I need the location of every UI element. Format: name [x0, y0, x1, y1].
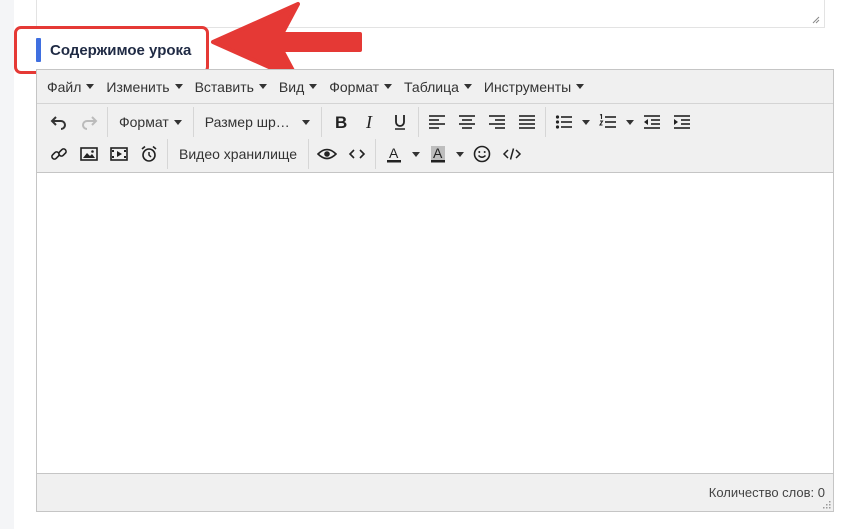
redo-button[interactable] [74, 108, 104, 136]
menu-file[interactable]: Файл [41, 73, 100, 101]
source-code-button[interactable] [497, 140, 527, 168]
outdent-icon [643, 115, 660, 129]
format-dropdown[interactable]: Формат [111, 108, 190, 136]
svg-text:A: A [433, 145, 443, 161]
menu-view[interactable]: Вид [273, 73, 323, 101]
caret-down-icon [173, 119, 182, 125]
italic-button[interactable]: I [355, 108, 385, 136]
image-icon [80, 147, 98, 161]
code-button[interactable] [342, 140, 372, 168]
caret-down-icon [456, 151, 465, 157]
background-color-button[interactable]: A [423, 140, 453, 168]
underline-icon [394, 115, 405, 130]
word-count: Количество слов: 0 [708, 485, 825, 500]
menu-insert[interactable]: Вставить [189, 73, 273, 101]
bullet-list-options[interactable] [579, 108, 593, 136]
bullet-list-button[interactable] [549, 108, 579, 136]
code-icon [348, 149, 366, 159]
menu-edit[interactable]: Изменить [100, 73, 188, 101]
emoji-icon [473, 145, 491, 163]
menu-tools[interactable]: Инструменты [478, 73, 590, 101]
media-button[interactable] [104, 140, 134, 168]
svg-text:I: I [365, 113, 373, 131]
undo-button[interactable] [44, 108, 74, 136]
caret-down-icon [463, 84, 472, 89]
caret-down-icon [383, 84, 392, 89]
rich-text-editor: Файл Изменить Вставить Вид Формат Таблиц… [36, 69, 834, 512]
outdent-button[interactable] [637, 108, 667, 136]
align-justify-button[interactable] [512, 108, 542, 136]
link-button[interactable] [44, 140, 74, 168]
editor-content-area[interactable] [37, 173, 833, 473]
underline-button[interactable] [385, 108, 415, 136]
menu-table[interactable]: Таблица [398, 73, 478, 101]
indent-icon [673, 115, 690, 129]
alarm-icon [141, 145, 157, 162]
align-right-icon [488, 115, 505, 129]
bold-button[interactable]: B [325, 108, 355, 136]
numbered-list-button[interactable] [593, 108, 623, 136]
background-color-options[interactable] [453, 140, 467, 168]
align-left-icon [428, 115, 445, 129]
text-color-options[interactable] [409, 140, 423, 168]
previous-textarea[interactable] [36, 0, 825, 28]
editor-menubar: Файл Изменить Вставить Вид Формат Таблиц… [37, 70, 833, 104]
preview-button[interactable] [312, 140, 342, 168]
editor-statusbar: Количество слов: 0 [37, 473, 833, 511]
redo-icon [82, 116, 98, 130]
align-center-icon [458, 115, 475, 129]
media-icon [110, 147, 128, 161]
text-color-button[interactable]: A [379, 140, 409, 168]
caret-down-icon [625, 119, 634, 125]
align-right-button[interactable] [482, 108, 512, 136]
align-justify-icon [518, 115, 535, 129]
italic-icon: I [365, 113, 373, 131]
caret-down-icon [301, 119, 310, 125]
caret-down-icon [86, 84, 95, 89]
alarm-button[interactable] [134, 140, 164, 168]
menu-format[interactable]: Формат [323, 73, 398, 101]
caret-down-icon [576, 84, 585, 89]
caret-down-icon [581, 119, 590, 125]
bold-icon: B [335, 113, 347, 131]
caret-down-icon [174, 84, 183, 89]
annotation-highlight-box [14, 26, 209, 74]
indent-button[interactable] [667, 108, 697, 136]
undo-icon [50, 116, 66, 130]
editor-toolbar: Формат Размер шр… B I Видео хранилище A … [37, 104, 833, 173]
resize-grip-icon[interactable] [821, 499, 831, 509]
align-center-button[interactable] [452, 108, 482, 136]
preview-icon [317, 148, 338, 160]
svg-text:B: B [335, 113, 347, 131]
text-color-icon: A [387, 145, 402, 163]
svg-text:A: A [389, 145, 399, 161]
background-color-icon: A [431, 145, 446, 163]
video-storage-button[interactable]: Видео хранилище [171, 140, 305, 168]
numbered-list-options[interactable] [623, 108, 637, 136]
numbered-list-icon [598, 114, 616, 128]
align-left-button[interactable] [422, 108, 452, 136]
emoji-button[interactable] [467, 140, 497, 168]
font-size-dropdown[interactable]: Размер шр… [197, 108, 318, 136]
caret-down-icon [412, 151, 421, 157]
caret-down-icon [258, 84, 267, 89]
image-button[interactable] [74, 140, 104, 168]
link-icon [51, 148, 67, 160]
source-code-icon [503, 148, 522, 160]
caret-down-icon [309, 84, 318, 89]
resize-grip-icon[interactable] [812, 16, 820, 24]
bullet-list-icon [555, 115, 572, 129]
